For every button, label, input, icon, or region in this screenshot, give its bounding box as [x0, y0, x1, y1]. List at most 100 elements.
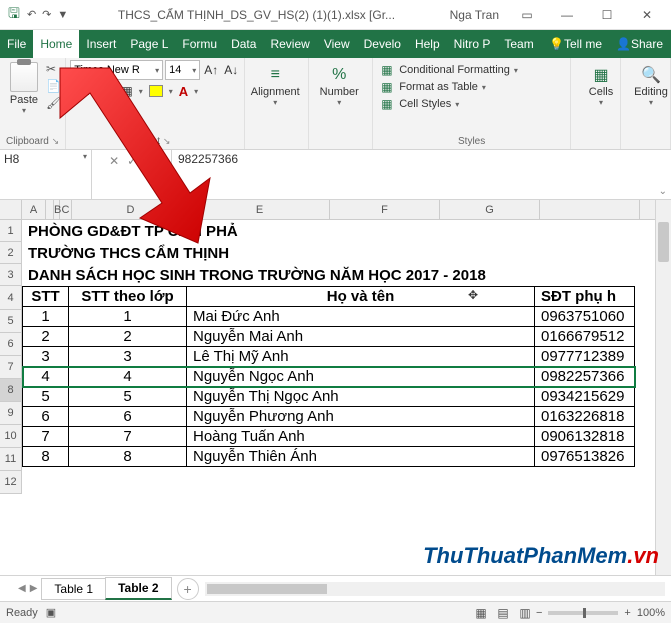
- col-header[interactable]: E: [190, 200, 330, 219]
- header-name[interactable]: Họ và tên: [187, 287, 535, 307]
- tab-review[interactable]: Review: [263, 30, 316, 58]
- cell[interactable]: 1: [69, 307, 187, 327]
- row-header[interactable]: 10: [0, 425, 22, 448]
- row-header[interactable]: 1: [0, 220, 22, 242]
- cell[interactable]: 0963751060: [535, 307, 635, 327]
- org-line-2[interactable]: TRƯỜNG THCS CẨM THỊNH: [22, 242, 635, 264]
- cell[interactable]: Mai Đức Anh: [187, 307, 535, 327]
- bold-button[interactable]: B: [70, 84, 79, 99]
- row-header[interactable]: 12: [0, 471, 22, 494]
- horizontal-scrollbar[interactable]: [205, 582, 665, 596]
- insert-function-icon[interactable]: fx: [145, 154, 154, 169]
- cell[interactable]: 1: [23, 307, 69, 327]
- zoom-level[interactable]: 100%: [637, 607, 665, 619]
- tab-page-layout[interactable]: Page L: [123, 30, 175, 58]
- sheet-nav-prev-icon[interactable]: ◀: [18, 583, 26, 594]
- tab-team[interactable]: Team: [497, 30, 540, 58]
- col-header[interactable]: D: [72, 200, 190, 219]
- row-header[interactable]: 4: [0, 286, 22, 310]
- fill-color-button[interactable]: [149, 85, 163, 97]
- col-header[interactable]: G: [440, 200, 540, 219]
- font-name-selector[interactable]: Times New R▾: [70, 60, 163, 80]
- cell[interactable]: 8: [69, 447, 187, 467]
- col-header[interactable]: A: [22, 200, 46, 219]
- close-button[interactable]: ✕: [627, 8, 667, 22]
- user-name[interactable]: Nga Tran: [450, 8, 499, 22]
- cell[interactable]: Lê Thị Mỹ Anh: [187, 347, 535, 367]
- tab-nitro[interactable]: Nitro P: [447, 30, 498, 58]
- cells-button[interactable]: ▦ Cells ▾: [575, 60, 627, 107]
- clipboard-launcher-icon[interactable]: ↘: [52, 136, 60, 146]
- cell[interactable]: 6: [69, 407, 187, 427]
- zoom-in-icon[interactable]: +: [624, 607, 630, 619]
- cell[interactable]: 2: [69, 327, 187, 347]
- row-header[interactable]: 7: [0, 356, 22, 379]
- macro-record-icon[interactable]: ▣: [46, 606, 56, 619]
- increase-font-icon[interactable]: A↑: [202, 63, 220, 77]
- table-row[interactable]: 33Lê Thị Mỹ Anh0977712389: [23, 347, 635, 367]
- table-row[interactable]: 55Nguyễn Thị Ngọc Anh0934215629: [23, 387, 635, 407]
- table-row[interactable]: 11Mai Đức Anh0963751060: [23, 307, 635, 327]
- org-line-1[interactable]: PHÒNG GD&ĐT TP CẨM PHẢ: [22, 220, 635, 242]
- conditional-formatting-button[interactable]: ▦Conditional Formatting ▾: [381, 63, 562, 77]
- row-header[interactable]: 6: [0, 333, 22, 356]
- cell[interactable]: 2: [23, 327, 69, 347]
- cell[interactable]: 4: [23, 367, 69, 387]
- cell[interactable]: 0906132818: [535, 427, 635, 447]
- tab-home[interactable]: Home: [33, 30, 79, 58]
- scrollbar-thumb[interactable]: [658, 222, 669, 262]
- cut-icon[interactable]: ✂: [46, 62, 61, 76]
- row-header[interactable]: 9: [0, 402, 22, 425]
- cell[interactable]: 0166679512: [535, 327, 635, 347]
- italic-button[interactable]: I: [86, 83, 90, 99]
- header-stt-lop[interactable]: STT theo lớp: [69, 287, 187, 307]
- row-header[interactable]: 5: [0, 310, 22, 333]
- vertical-scrollbar[interactable]: [655, 200, 671, 575]
- sheet-tab[interactable]: Table 2: [105, 577, 171, 600]
- zoom-slider[interactable]: [548, 611, 618, 615]
- cell[interactable]: 0982257366: [535, 367, 635, 387]
- format-as-table-button[interactable]: ▦Format as Table ▾: [381, 80, 562, 94]
- list-title[interactable]: DANH SÁCH HỌC SINH TRONG TRƯỜNG NĂM HỌC …: [22, 264, 635, 286]
- minimize-button[interactable]: —: [547, 8, 587, 22]
- table-row[interactable]: 66Nguyễn Phương Anh0163226818: [23, 407, 635, 427]
- table-row[interactable]: 44Nguyễn Ngọc Anh0982257366: [23, 367, 635, 387]
- underline-button[interactable]: U: [96, 84, 105, 99]
- zoom-out-icon[interactable]: −: [536, 607, 542, 619]
- paste-button[interactable]: Paste ▾: [4, 60, 44, 115]
- number-button[interactable]: % Number ▾: [313, 60, 365, 107]
- cell[interactable]: 7: [23, 427, 69, 447]
- alignment-button[interactable]: ≡ Alignment ▾: [249, 60, 301, 107]
- redo-icon[interactable]: ↷: [42, 8, 51, 21]
- decrease-font-icon[interactable]: A↓: [222, 63, 240, 77]
- cell[interactable]: 3: [69, 347, 187, 367]
- editing-button[interactable]: 🔍 Editing ▾: [625, 60, 671, 107]
- worksheet-grid[interactable]: A B C D E F G 123456789101112 PHÒNG GD&Đ…: [0, 200, 671, 575]
- cell[interactable]: 0163226818: [535, 407, 635, 427]
- cell[interactable]: Nguyễn Thị Ngọc Anh: [187, 387, 535, 407]
- cell[interactable]: 7: [69, 427, 187, 447]
- cell[interactable]: Nguyễn Phương Anh: [187, 407, 535, 427]
- header-stt[interactable]: STT: [23, 287, 69, 307]
- ribbon-options-icon[interactable]: ▭: [507, 8, 547, 22]
- row-header[interactable]: 8: [0, 379, 22, 402]
- add-sheet-button[interactable]: +: [177, 578, 199, 600]
- save-icon[interactable]: 🖫: [8, 3, 20, 27]
- copy-icon[interactable]: 📄: [46, 79, 61, 93]
- table-row[interactable]: 88Nguyễn Thiên Ánh0976513826: [23, 447, 635, 467]
- tab-file[interactable]: File: [0, 30, 33, 58]
- cell[interactable]: 0976513826: [535, 447, 635, 467]
- normal-view-icon[interactable]: ▦: [470, 606, 492, 620]
- col-header[interactable]: [46, 200, 54, 219]
- cell[interactable]: Nguyễn Thiên Ánh: [187, 447, 535, 467]
- tab-insert[interactable]: Insert: [79, 30, 123, 58]
- page-break-view-icon[interactable]: ▥: [514, 606, 536, 620]
- cell[interactable]: 8: [23, 447, 69, 467]
- cell[interactable]: Nguyễn Mai Anh: [187, 327, 535, 347]
- font-size-selector[interactable]: 14▾: [165, 60, 200, 80]
- tab-help[interactable]: Help: [408, 30, 447, 58]
- select-all-corner[interactable]: [0, 200, 22, 219]
- undo-icon[interactable]: ↶: [27, 8, 36, 21]
- scrollbar-thumb[interactable]: [207, 584, 327, 594]
- formula-input[interactable]: 982257366 ⌄: [172, 150, 671, 199]
